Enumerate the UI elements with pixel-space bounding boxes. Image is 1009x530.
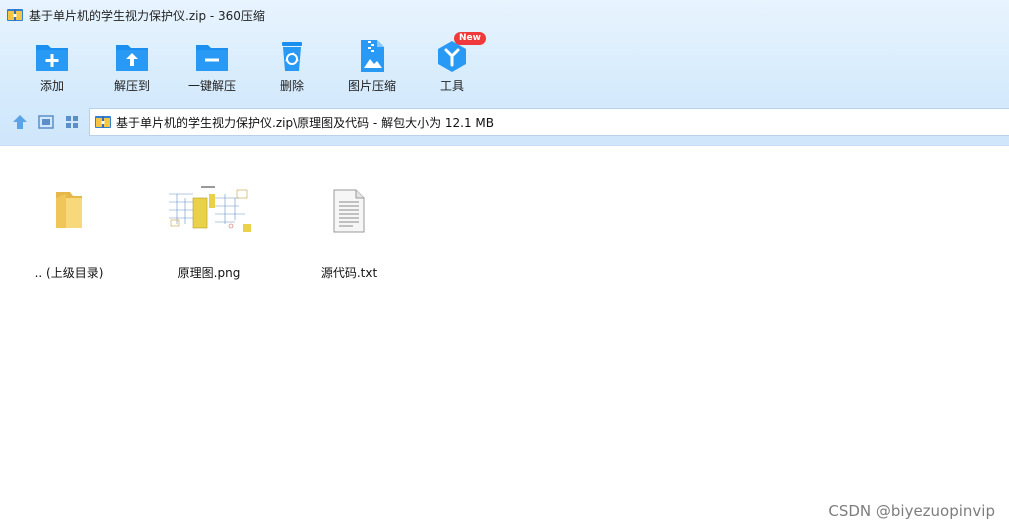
add-folder-icon <box>34 39 70 73</box>
extract-to-button[interactable]: 解压到 <box>97 34 167 96</box>
trash-icon <box>274 39 310 73</box>
file-list: .. (上级目录) 原理图.png 源代码.txt <box>0 146 1009 530</box>
one-click-extract-icon <box>194 39 230 73</box>
file-item-parent[interactable]: .. (上级目录) <box>14 164 124 280</box>
image-compress-icon <box>354 39 390 73</box>
image-thumbnail <box>163 184 255 239</box>
new-badge: New <box>454 32 486 45</box>
file-item-text[interactable]: 源代码.txt <box>294 164 404 280</box>
one-click-extract-label: 一键解压 <box>187 79 236 93</box>
add-button[interactable]: 添加 <box>17 34 87 96</box>
toolbar: 添加 解压到 一键解压 删除 图片压缩 工具 <box>0 34 1009 100</box>
address-bar[interactable]: 基于单片机的学生视力保护仪.zip\原理图及代码 - 解包大小为 12.1 MB <box>89 108 1009 136</box>
image-compress-button[interactable]: 图片压缩 <box>337 34 407 96</box>
folder-icon <box>52 188 86 235</box>
app-window: 基于单片机的学生视力保护仪.zip - 360压缩 添加 解压到 一键解压 删除… <box>0 0 1009 530</box>
delete-label: 删除 <box>279 79 304 93</box>
file-name: 原理图.png <box>177 266 241 280</box>
window-title: 基于单片机的学生视力保护仪.zip - 360压缩 <box>29 8 265 23</box>
detail-view-icon[interactable] <box>37 113 55 131</box>
grid-view-icon[interactable] <box>63 113 81 131</box>
file-name: .. (上级目录) <box>34 266 104 280</box>
file-name: 源代码.txt <box>320 266 378 280</box>
archive-app-icon <box>7 8 23 22</box>
file-item-image[interactable]: 原理图.png <box>154 164 264 280</box>
watermark: CSDN @biyezuopinvip <box>828 502 995 520</box>
address-row: 基于单片机的学生视力保护仪.zip\原理图及代码 - 解包大小为 12.1 MB <box>0 106 1009 138</box>
one-click-extract-button[interactable]: 一键解压 <box>177 34 247 96</box>
add-label: 添加 <box>39 79 64 93</box>
top-panel: 基于单片机的学生视力保护仪.zip - 360压缩 添加 解压到 一键解压 删除… <box>0 0 1009 146</box>
address-path: 基于单片机的学生视力保护仪.zip\原理图及代码 - 解包大小为 12.1 MB <box>116 115 495 130</box>
image-compress-label: 图片压缩 <box>347 79 396 93</box>
text-file-icon <box>332 188 366 237</box>
extract-to-label: 解压到 <box>113 79 150 93</box>
up-arrow-icon[interactable] <box>11 113 29 131</box>
tools-label: 工具 <box>439 79 464 93</box>
archive-icon <box>95 115 111 129</box>
delete-button[interactable]: 删除 <box>257 34 327 96</box>
title-bar: 基于单片机的学生视力保护仪.zip - 360压缩 <box>0 0 1009 30</box>
extract-to-icon <box>114 39 150 73</box>
